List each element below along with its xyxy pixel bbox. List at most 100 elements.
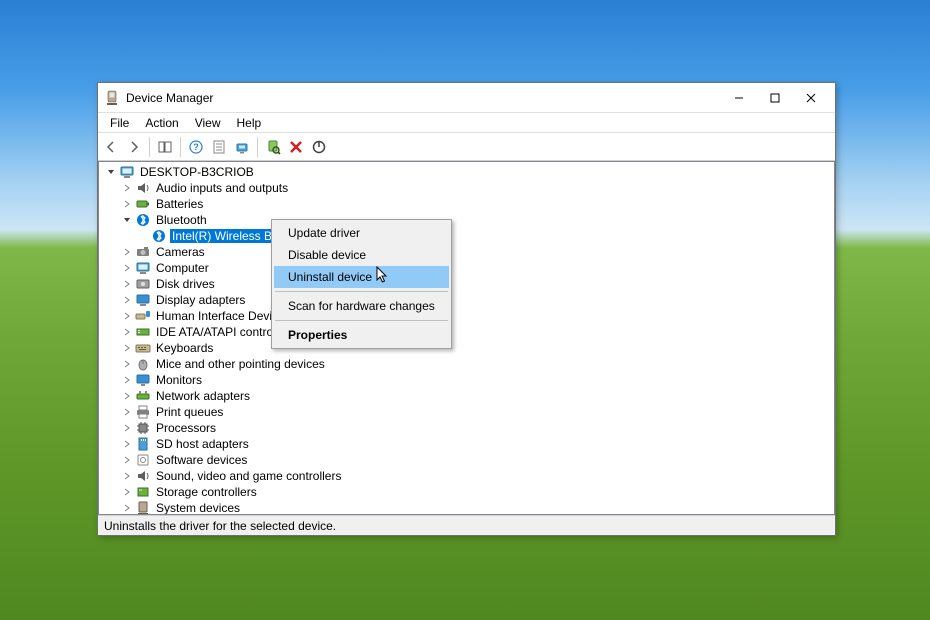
- menubar: File Action View Help: [98, 113, 835, 133]
- disk-icon: [135, 276, 151, 292]
- back-button[interactable]: [100, 136, 122, 158]
- chevron-right-icon[interactable]: [119, 372, 135, 388]
- tree-node-ide[interactable]: IDE ATA/ATAPI controllers: [99, 324, 834, 340]
- properties-button[interactable]: [208, 136, 230, 158]
- chevron-right-icon[interactable]: [119, 260, 135, 276]
- monitor-icon: [135, 372, 151, 388]
- printer-icon: [135, 404, 151, 420]
- chevron-right-icon[interactable]: [119, 308, 135, 324]
- scan-hardware-button[interactable]: [262, 136, 284, 158]
- separator: [275, 320, 448, 321]
- tree-node-batteries[interactable]: Batteries: [99, 196, 834, 212]
- tree-node-monitors[interactable]: Monitors: [99, 372, 834, 388]
- menu-action[interactable]: Action: [137, 114, 186, 132]
- tree-node-softdev[interactable]: Software devices: [99, 452, 834, 468]
- chevron-down-icon[interactable]: [119, 212, 135, 228]
- chevron-right-icon[interactable]: [119, 276, 135, 292]
- tree-root[interactable]: DESKTOP-B3CRIOB: [99, 164, 834, 180]
- window-title: Device Manager: [126, 91, 721, 105]
- camera-icon: [135, 244, 151, 260]
- svg-text:?: ?: [193, 142, 199, 152]
- chevron-right-icon[interactable]: [119, 356, 135, 372]
- chevron-down-icon[interactable]: [103, 164, 119, 180]
- menu-file[interactable]: File: [102, 114, 137, 132]
- tree-node-cameras[interactable]: Cameras: [99, 244, 834, 260]
- disable-button[interactable]: [308, 136, 330, 158]
- cm-disable-device[interactable]: Disable device: [274, 244, 449, 266]
- sep: [257, 137, 258, 157]
- sep: [149, 137, 150, 157]
- chevron-right-icon[interactable]: [119, 244, 135, 260]
- ide-icon: [135, 324, 151, 340]
- chevron-right-icon[interactable]: [119, 500, 135, 515]
- tree-node-sd[interactable]: SD host adapters: [99, 436, 834, 452]
- titlebar[interactable]: Device Manager: [98, 83, 835, 113]
- node-label: Bluetooth: [154, 213, 209, 227]
- node-label: Processors: [154, 421, 218, 435]
- sd-icon: [135, 436, 151, 452]
- chevron-right-icon[interactable]: [119, 468, 135, 484]
- storage-icon: [135, 484, 151, 500]
- tree-node-print[interactable]: Print queues: [99, 404, 834, 420]
- cm-update-driver[interactable]: Update driver: [274, 222, 449, 244]
- tree-node-sound[interactable]: Sound, video and game controllers: [99, 468, 834, 484]
- node-label: Disk drives: [154, 277, 217, 291]
- bluetooth-icon: [151, 228, 167, 244]
- node-label: Keyboards: [154, 341, 215, 355]
- tree-node-display[interactable]: Display adapters: [99, 292, 834, 308]
- device-manager-window: Device Manager File Action View Help ?: [97, 82, 836, 536]
- menu-view[interactable]: View: [187, 114, 229, 132]
- tree-node-mice[interactable]: Mice and other pointing devices: [99, 356, 834, 372]
- tree-node-disk[interactable]: Disk drives: [99, 276, 834, 292]
- display-icon: [135, 292, 151, 308]
- node-label: SD host adapters: [154, 437, 251, 451]
- chevron-right-icon[interactable]: [119, 388, 135, 404]
- tree-node-storage[interactable]: Storage controllers: [99, 484, 834, 500]
- tree-node-bluetooth[interactable]: Bluetooth: [99, 212, 834, 228]
- chevron-right-icon[interactable]: [119, 340, 135, 356]
- help-button[interactable]: ?: [185, 136, 207, 158]
- chevron-right-icon[interactable]: [119, 404, 135, 420]
- forward-button[interactable]: [123, 136, 145, 158]
- chevron-right-icon[interactable]: [119, 196, 135, 212]
- show-hide-button[interactable]: [154, 136, 176, 158]
- separator: [275, 291, 448, 292]
- node-label: Monitors: [154, 373, 204, 387]
- chevron-right-icon[interactable]: [119, 452, 135, 468]
- close-button[interactable]: [793, 86, 829, 110]
- node-label: Display adapters: [154, 293, 247, 307]
- node-label: Audio inputs and outputs: [154, 181, 290, 195]
- chevron-right-icon[interactable]: [119, 484, 135, 500]
- app-icon: [104, 90, 120, 106]
- system-icon: [135, 500, 151, 515]
- cm-properties[interactable]: Properties: [274, 324, 449, 346]
- node-label: Batteries: [154, 197, 205, 211]
- chevron-right-icon[interactable]: [119, 324, 135, 340]
- chevron-right-icon[interactable]: [119, 292, 135, 308]
- node-label: Computer: [154, 261, 211, 275]
- maximize-button[interactable]: [757, 86, 793, 110]
- node-label: Sound, video and game controllers: [154, 469, 343, 483]
- cm-scan-hardware[interactable]: Scan for hardware changes: [274, 295, 449, 317]
- tree-node-cpu[interactable]: Processors: [99, 420, 834, 436]
- tree-node-keyboards[interactable]: Keyboards: [99, 340, 834, 356]
- chevron-right-icon[interactable]: [119, 436, 135, 452]
- cm-uninstall-device[interactable]: Uninstall device: [274, 266, 449, 288]
- tree-node-system[interactable]: System devices: [99, 500, 834, 515]
- tree-node-audio[interactable]: Audio inputs and outputs: [99, 180, 834, 196]
- sep: [180, 137, 181, 157]
- device-tree[interactable]: DESKTOP-B3CRIOB Audio inputs and outputs…: [98, 161, 835, 515]
- uninstall-button[interactable]: [285, 136, 307, 158]
- tree-node-bt-device[interactable]: Intel(R) Wireless Bluetooth(R): [99, 228, 834, 244]
- audio-icon: [135, 180, 151, 196]
- minimize-button[interactable]: [721, 86, 757, 110]
- computer-icon: [135, 260, 151, 276]
- chevron-right-icon[interactable]: [119, 420, 135, 436]
- tree-node-network[interactable]: Network adapters: [99, 388, 834, 404]
- hid-icon: [135, 308, 151, 324]
- update-driver-button[interactable]: [231, 136, 253, 158]
- chevron-right-icon[interactable]: [119, 180, 135, 196]
- tree-node-computer[interactable]: Computer: [99, 260, 834, 276]
- menu-help[interactable]: Help: [229, 114, 270, 132]
- tree-node-hid[interactable]: Human Interface Devices: [99, 308, 834, 324]
